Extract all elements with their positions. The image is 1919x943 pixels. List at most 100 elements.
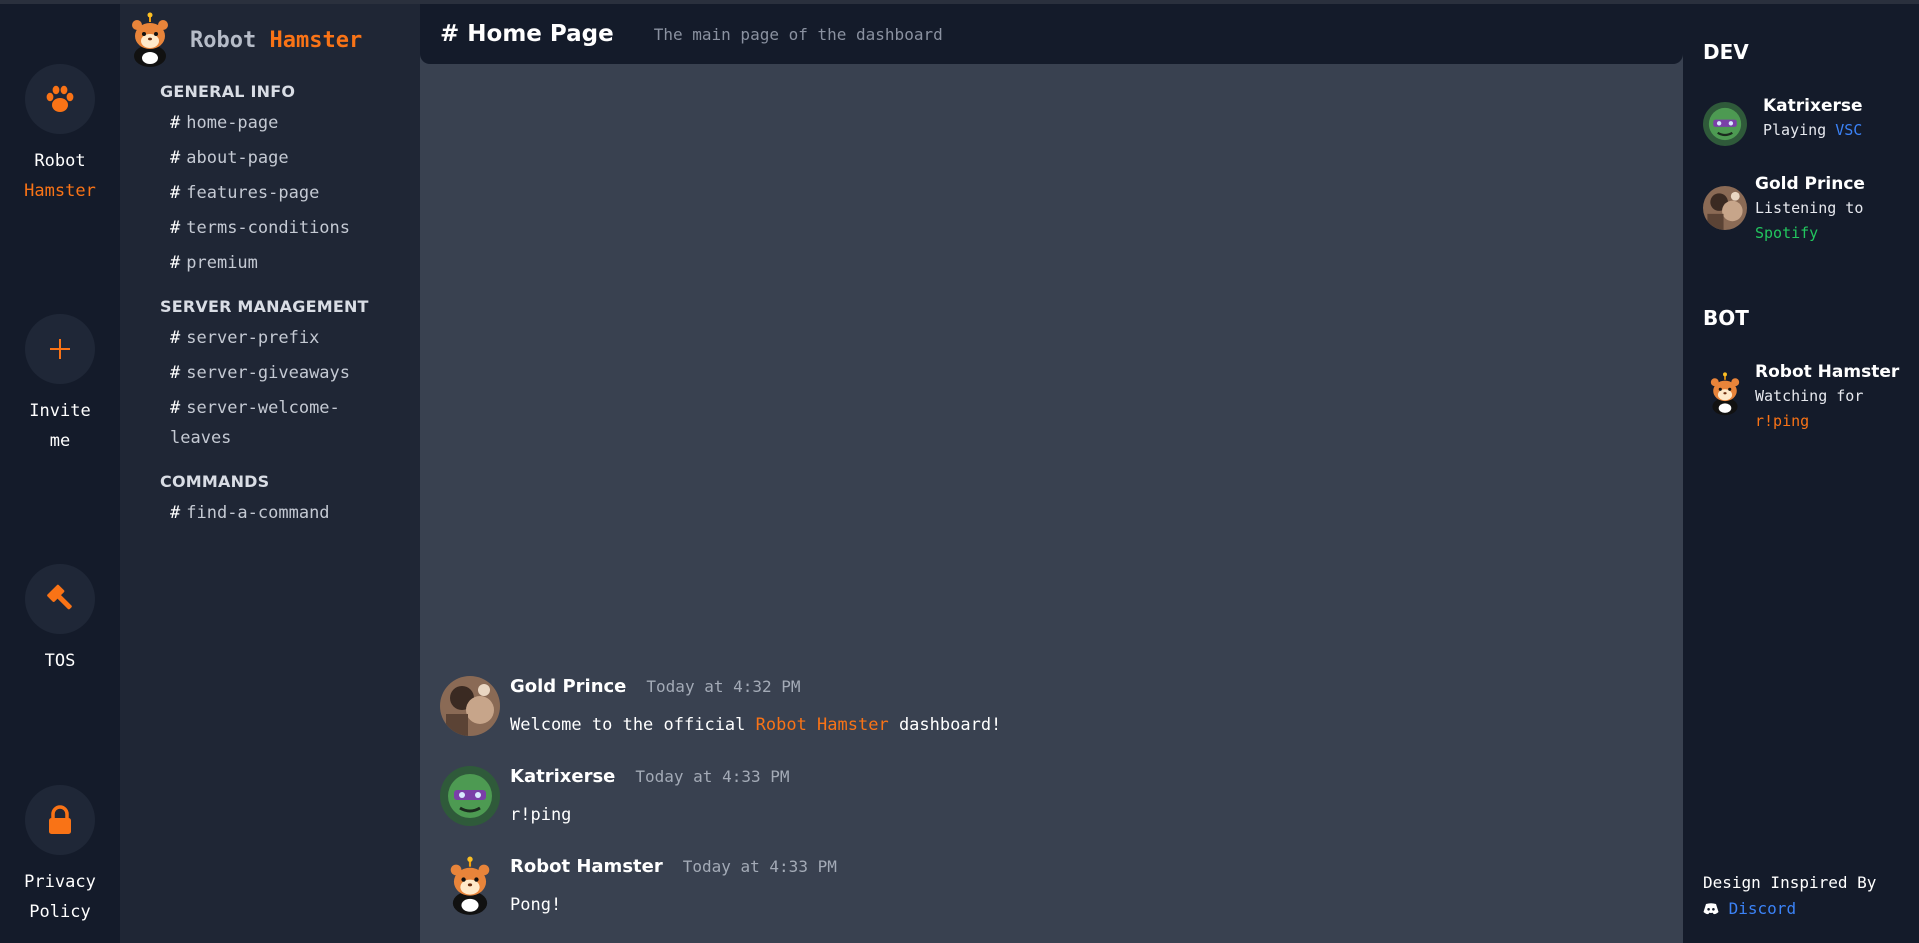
avatar-katrixerse[interactable] bbox=[440, 766, 500, 826]
avatar-gold-prince bbox=[1703, 186, 1747, 230]
tos-button[interactable] bbox=[25, 564, 95, 634]
avatar-image bbox=[1703, 186, 1747, 230]
rail-item-privacy[interactable]: Privacy Policy bbox=[0, 785, 120, 927]
hash-icon: # bbox=[170, 253, 181, 273]
member-name: Katrixerse bbox=[1763, 96, 1863, 116]
invite-button[interactable] bbox=[25, 314, 95, 384]
members-group-dev: DEV bbox=[1703, 40, 1749, 64]
channel-label: home-page bbox=[186, 113, 279, 133]
discord-link[interactable]: Discord bbox=[1729, 899, 1796, 918]
status-prefix: Playing bbox=[1763, 121, 1836, 139]
channel-label: server-welcome-leaves bbox=[170, 398, 340, 448]
gavel-icon bbox=[47, 584, 72, 610]
member-status-line: Watching for bbox=[1755, 387, 1864, 405]
discord-icon bbox=[1703, 903, 1719, 915]
credit-text: Design Inspired By bbox=[1703, 873, 1877, 892]
message-author[interactable]: Robot Hamster bbox=[510, 856, 663, 877]
hash-icon: # bbox=[170, 503, 181, 523]
member-status-line: Listening to bbox=[1755, 199, 1864, 217]
channel-server-giveaways[interactable]: # server-giveaways bbox=[170, 358, 410, 388]
brand-name-part2: Hamster bbox=[269, 27, 363, 53]
rail-item-invite[interactable]: Invite me bbox=[0, 314, 120, 456]
channel-server-welcome-leaves[interactable]: # server-welcome-leaves bbox=[170, 393, 370, 453]
brand-name-part1: Robot bbox=[190, 27, 257, 53]
channel-label: about-page bbox=[186, 148, 289, 168]
brand[interactable]: Robot Hamster bbox=[128, 10, 362, 70]
rail-robot-label-2: Hamster bbox=[24, 181, 96, 201]
message-text-part: dashboard! bbox=[888, 715, 1002, 735]
channel-label: terms-conditions bbox=[186, 218, 351, 238]
members-group-bot: BOT bbox=[1703, 306, 1749, 330]
channel-home-page[interactable]: # home-page bbox=[170, 108, 410, 138]
rail-item-robot-hamster[interactable]: Robot Hamster bbox=[0, 64, 120, 206]
message-timestamp: Today at 4:33 PM bbox=[635, 767, 790, 786]
avatar-robot-hamster bbox=[1703, 372, 1747, 416]
page-header: # Home Page The main page of the dashboa… bbox=[420, 4, 1683, 64]
hash-icon: # bbox=[170, 363, 181, 383]
design-credit: Design Inspired By Discord bbox=[1703, 870, 1876, 922]
channel-label: server-giveaways bbox=[186, 363, 351, 383]
message-timestamp: Today at 4:32 PM bbox=[646, 677, 801, 696]
channel-sidebar: Robot Hamster GENERAL INFO # home-page # a… bbox=[120, 4, 420, 943]
channel-label: features-page bbox=[186, 183, 320, 203]
main-chat: # Home Page The main page of the dashboa… bbox=[420, 4, 1683, 943]
message-text: Pong! bbox=[510, 895, 562, 915]
brand-name: Robot Hamster bbox=[190, 28, 362, 53]
avatar-robot-hamster[interactable] bbox=[440, 856, 500, 916]
hamster-logo bbox=[450, 856, 490, 915]
page-title: # Home Page bbox=[440, 21, 614, 47]
channel-label: premium bbox=[186, 253, 258, 273]
channel-premium[interactable]: # premium bbox=[170, 248, 410, 278]
hamster-logo bbox=[1710, 372, 1740, 416]
hash-icon: # bbox=[170, 398, 181, 418]
message-text-highlight: Robot Hamster bbox=[755, 715, 889, 735]
group-commands: COMMANDS bbox=[160, 472, 270, 491]
rail-invite-label-2: me bbox=[49, 431, 71, 451]
hash-icon: # bbox=[170, 113, 181, 133]
status-value: VSC bbox=[1835, 121, 1863, 139]
member-list: DEV Katrixerse Playing VSC Gold Prince L… bbox=[1683, 4, 1919, 943]
rail-robot-button[interactable] bbox=[25, 64, 95, 134]
message-author[interactable]: Gold Prince bbox=[510, 676, 626, 697]
channel-terms-conditions[interactable]: # terms-conditions bbox=[170, 213, 410, 243]
member-name: Robot Hamster bbox=[1755, 362, 1900, 382]
channel-about-page[interactable]: # about-page bbox=[170, 143, 410, 173]
channel-features-page[interactable]: # features-page bbox=[170, 178, 410, 208]
avatar-image bbox=[440, 676, 500, 736]
rail-privacy-label-1: Privacy bbox=[24, 872, 96, 892]
plus-icon bbox=[50, 339, 70, 359]
channel-label: find-a-command bbox=[186, 503, 330, 523]
avatar-gold-prince[interactable] bbox=[440, 676, 500, 736]
avatar-image bbox=[440, 766, 500, 826]
message-author[interactable]: Katrixerse bbox=[510, 766, 615, 787]
rail-invite-label-1: Invite bbox=[29, 401, 91, 421]
avatar-image bbox=[1703, 102, 1747, 146]
rail-robot-label-1: Robot bbox=[34, 151, 86, 171]
hash-icon: # bbox=[170, 218, 181, 238]
status-value: r!ping bbox=[1755, 412, 1810, 430]
lock-icon bbox=[49, 805, 71, 834]
channel-server-prefix[interactable]: # server-prefix bbox=[170, 323, 410, 353]
avatar-katrixerse bbox=[1703, 102, 1747, 146]
message-text: r!ping bbox=[510, 805, 572, 825]
channel-label: server-prefix bbox=[186, 328, 320, 348]
left-rail: Robot Hamster Invite me TOS Privacy Poli… bbox=[0, 4, 120, 943]
paw-icon bbox=[46, 85, 74, 112]
member-name: Gold Prince bbox=[1755, 174, 1865, 194]
hamster-logo bbox=[132, 12, 168, 67]
rail-privacy-label-2: Policy bbox=[29, 902, 91, 922]
hash-icon: # bbox=[170, 183, 181, 203]
rail-item-tos[interactable]: TOS bbox=[0, 564, 120, 676]
status-value: Spotify bbox=[1755, 224, 1819, 242]
rail-tos-label: TOS bbox=[44, 651, 76, 671]
member-status: Playing VSC bbox=[1763, 118, 1919, 143]
privacy-button[interactable] bbox=[25, 785, 95, 855]
hash-icon: # bbox=[170, 148, 181, 168]
hash-icon: # bbox=[170, 328, 181, 348]
message-text-part: Welcome to the official bbox=[510, 715, 756, 735]
message-timestamp: Today at 4:33 PM bbox=[682, 857, 837, 876]
channel-find-a-command[interactable]: # find-a-command bbox=[170, 498, 410, 528]
message-text: Welcome to the official Robot Hamster da… bbox=[510, 715, 1001, 735]
group-general-info: GENERAL INFO bbox=[160, 82, 296, 101]
group-server-management: SERVER MANAGEMENT bbox=[160, 297, 369, 316]
